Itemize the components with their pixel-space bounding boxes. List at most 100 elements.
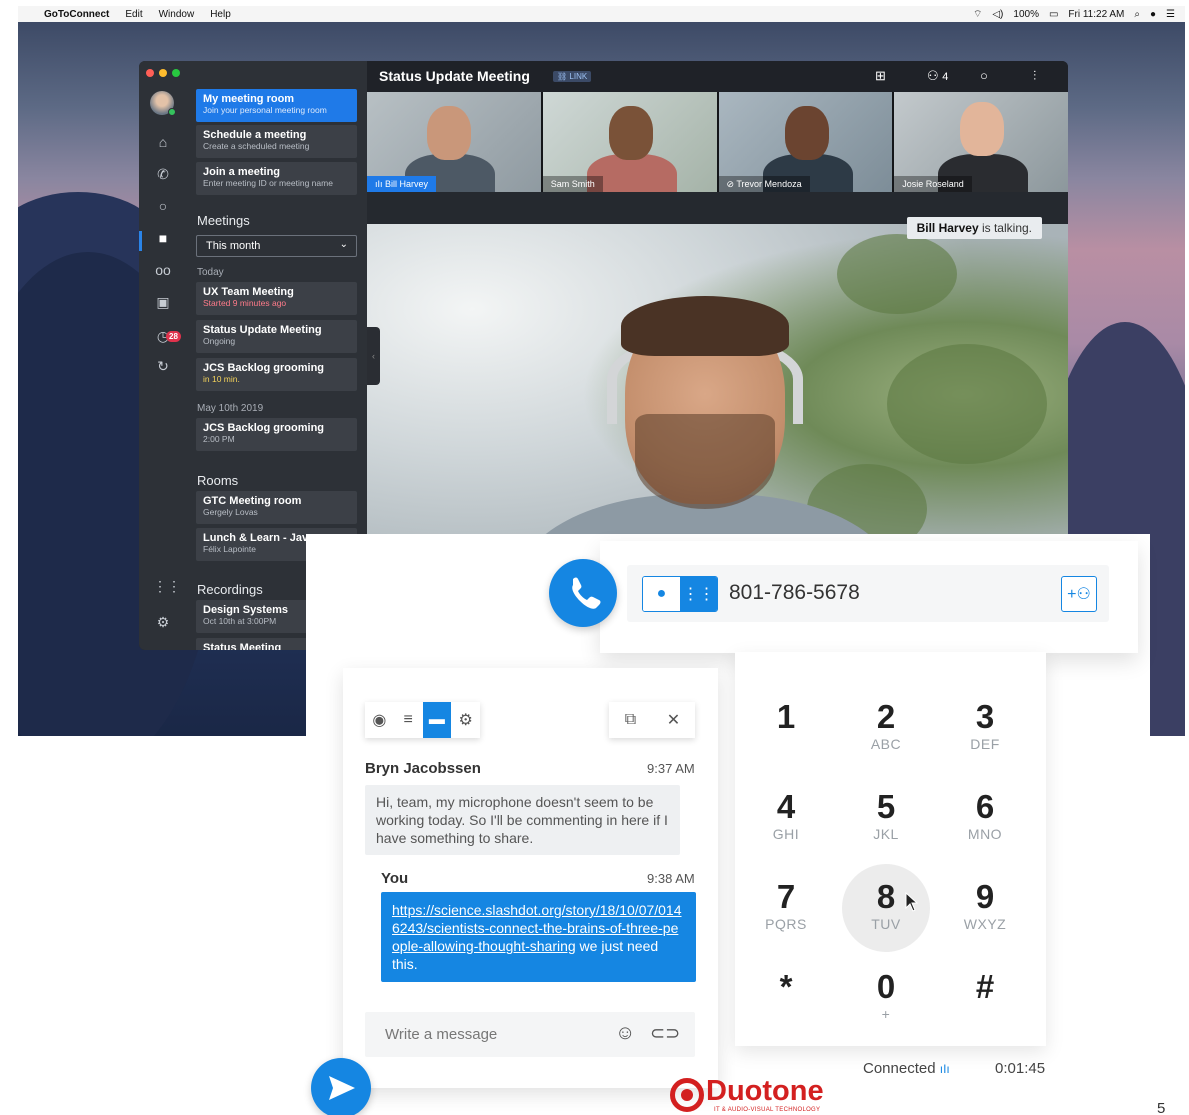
volume-icon[interactable]: ◁) (992, 9, 1003, 20)
list-icon[interactable]: ≡ (394, 702, 423, 738)
clock[interactable]: Fri 11:22 AM (1068, 9, 1124, 20)
key-digit: 7 (776, 878, 796, 915)
keypad-key[interactable]: 1 (741, 698, 831, 782)
message-input[interactable] (365, 1012, 605, 1057)
close-icon[interactable]: ✕ (652, 702, 695, 738)
panel-controls: ⧉ ✕ (609, 702, 695, 738)
chat-icon[interactable]: ▬ (422, 702, 452, 738)
meeting-title: JCS Backlog grooming (203, 422, 325, 434)
view-eye-icon[interactable]: ◉ (365, 702, 394, 738)
participant-tile[interactable]: ıIı Bill Harvey (367, 92, 541, 192)
attachment-icon[interactable]: ⊂⊃ (650, 1023, 680, 1044)
call-timer: 0:01:45 (995, 1060, 1046, 1077)
participant-name: ıIı Bill Harvey (367, 176, 437, 192)
join-meeting-card[interactable]: Join a meeting Enter meeting ID or meeti… (196, 162, 357, 195)
participant-tile[interactable]: ⊘ Trevor Mendoza (718, 92, 893, 192)
battery-icon[interactable]: ▭ (1049, 9, 1058, 20)
keypad-key[interactable]: 8 TUV (841, 864, 931, 962)
collapse-sidebar-handle[interactable]: ‹ (367, 327, 380, 385)
contacts-icon[interactable]: ▣ (153, 293, 173, 311)
input-mode-toggle[interactable]: ● ⋮⋮ (642, 576, 718, 612)
logo-wordmark: Duotone (706, 1075, 824, 1107)
meeting-link-button[interactable]: ⛓ LINK (553, 71, 592, 82)
my-meeting-room-card[interactable]: My meeting room Join your personal meeti… (196, 89, 357, 122)
meeting-status: Ongoing (203, 336, 236, 346)
meeting-titlebar: Status Update Meeting ⛓ LINK ⊞ ⚇ 4 ○ ⫶ (367, 61, 1068, 92)
meeting-item[interactable]: JCS Backlog grooming 2:00 PM (196, 418, 357, 451)
keypad-key[interactable]: # (940, 968, 1030, 1052)
key-letters: JKL (873, 826, 899, 842)
talking-indicator: Bill Harvey is talking. (906, 217, 1042, 239)
schedule-meeting-card[interactable]: Schedule a meeting Create a scheduled me… (196, 125, 357, 158)
key-digit: 5 (876, 788, 896, 825)
call-button[interactable] (549, 559, 617, 627)
audio-settings-icon[interactable]: ⫶ (1033, 68, 1036, 84)
chat-bubble-icon[interactable]: ○ (980, 68, 988, 83)
participants-count: 4 (942, 71, 949, 83)
notification-center-icon[interactable]: ☰ (1166, 9, 1175, 20)
key-letters: GHI (772, 826, 800, 842)
key-digit: 3 (975, 698, 995, 735)
video-meetings-icon[interactable]: ■ (153, 229, 173, 247)
chat-panel: ◉ ≡ ▬ ⚙ ⧉ ✕ Bryn Jacobssen 9:37 AM Hi, t… (343, 668, 718, 1088)
send-button[interactable] (311, 1058, 371, 1115)
settings-gear-icon[interactable]: ⚙ (451, 702, 480, 738)
zoom-window-button[interactable] (172, 69, 180, 77)
dialed-number[interactable]: 801-786-5678 (729, 581, 860, 605)
spotlight-icon[interactable]: ⌕ (1134, 9, 1140, 20)
keypad-key[interactable]: 9 WXYZ (940, 878, 1030, 962)
close-window-button[interactable] (146, 69, 154, 77)
keypad-key[interactable]: 5 JKL (841, 788, 931, 872)
keypad-key[interactable]: 6 MNO (940, 788, 1030, 872)
siri-icon[interactable]: ● (1150, 9, 1156, 20)
muted-mic-icon: ⊘ (726, 179, 735, 189)
keypad-mode-icon[interactable]: ⋮⋮ (680, 577, 717, 611)
menu-help[interactable]: Help (210, 9, 231, 20)
meeting-item[interactable]: JCS Backlog grooming in 10 min. (196, 358, 357, 391)
meeting-item[interactable]: Status Update Meeting Ongoing (196, 320, 357, 353)
message-sender: Bryn Jacobssen (365, 760, 481, 777)
key-digit: 2 (876, 698, 896, 735)
popout-icon[interactable]: ⧉ (609, 702, 652, 738)
card-title: Join a meeting (203, 166, 281, 178)
meeting-item[interactable]: UX Team Meeting Started 9 minutes ago (196, 282, 357, 315)
menu-app-name[interactable]: GoToConnect (44, 9, 109, 20)
add-contact-icon[interactable]: +⚇ (1061, 576, 1097, 612)
room-item[interactable]: GTC Meeting room Gergely Lovas (196, 491, 357, 524)
settings-gear-icon[interactable]: ⚙ (153, 613, 173, 631)
key-digit: 4 (776, 788, 796, 825)
menu-edit[interactable]: Edit (125, 9, 142, 20)
participant-tile[interactable]: Sam Smith (542, 92, 717, 192)
user-avatar[interactable] (150, 91, 176, 116)
apps-grid-icon[interactable]: ⋮⋮ (153, 577, 181, 595)
key-digit: 0 (876, 968, 896, 1005)
minimize-window-button[interactable] (159, 69, 167, 77)
meetings-filter-dropdown[interactable]: This month ⌄ (196, 235, 357, 257)
refresh-icon[interactable]: ↻ (153, 357, 173, 375)
wifi-icon[interactable]: ⌔ (973, 8, 982, 21)
meeting-title: UX Team Meeting (203, 286, 294, 298)
recordings-heading: Recordings (197, 582, 263, 597)
phone-icon[interactable]: ✆ (153, 165, 173, 183)
home-icon[interactable]: ⌂ (153, 133, 173, 151)
keypad-key[interactable]: * (741, 968, 831, 1052)
chat-icon[interactable]: ○ (153, 197, 173, 215)
duotone-logo: Duotone IT & AUDIO-VISUAL TECHNOLOGY (670, 1075, 824, 1113)
voicemail-icon[interactable]: oo (153, 261, 173, 279)
number-field[interactable]: ● ⋮⋮ 801-786-5678 +⚇ (627, 565, 1109, 622)
menu-window[interactable]: Window (159, 9, 195, 20)
keypad-key[interactable]: 2 ABC (841, 698, 931, 782)
keypad-key[interactable]: 7 PQRS (741, 878, 831, 962)
key-letters: PQRS (765, 916, 807, 932)
grid-layout-icon[interactable]: ⊞ (875, 68, 886, 84)
contact-mode-icon[interactable]: ● (643, 577, 680, 611)
keypad-key[interactable]: 0 + (841, 968, 931, 1052)
participant-name: Josie Roseland (894, 176, 972, 192)
keypad-key[interactable]: 3 DEF (940, 698, 1030, 782)
history-badge: 28 (166, 331, 181, 342)
participants-button[interactable]: ⚇ 4 (927, 68, 948, 84)
emoji-icon[interactable]: ☺ (615, 1022, 635, 1045)
participant-tile[interactable]: Josie Roseland (894, 92, 1068, 192)
keypad-key[interactable]: 4 GHI (741, 788, 831, 872)
chevron-down-icon: ⌄ (339, 239, 348, 250)
